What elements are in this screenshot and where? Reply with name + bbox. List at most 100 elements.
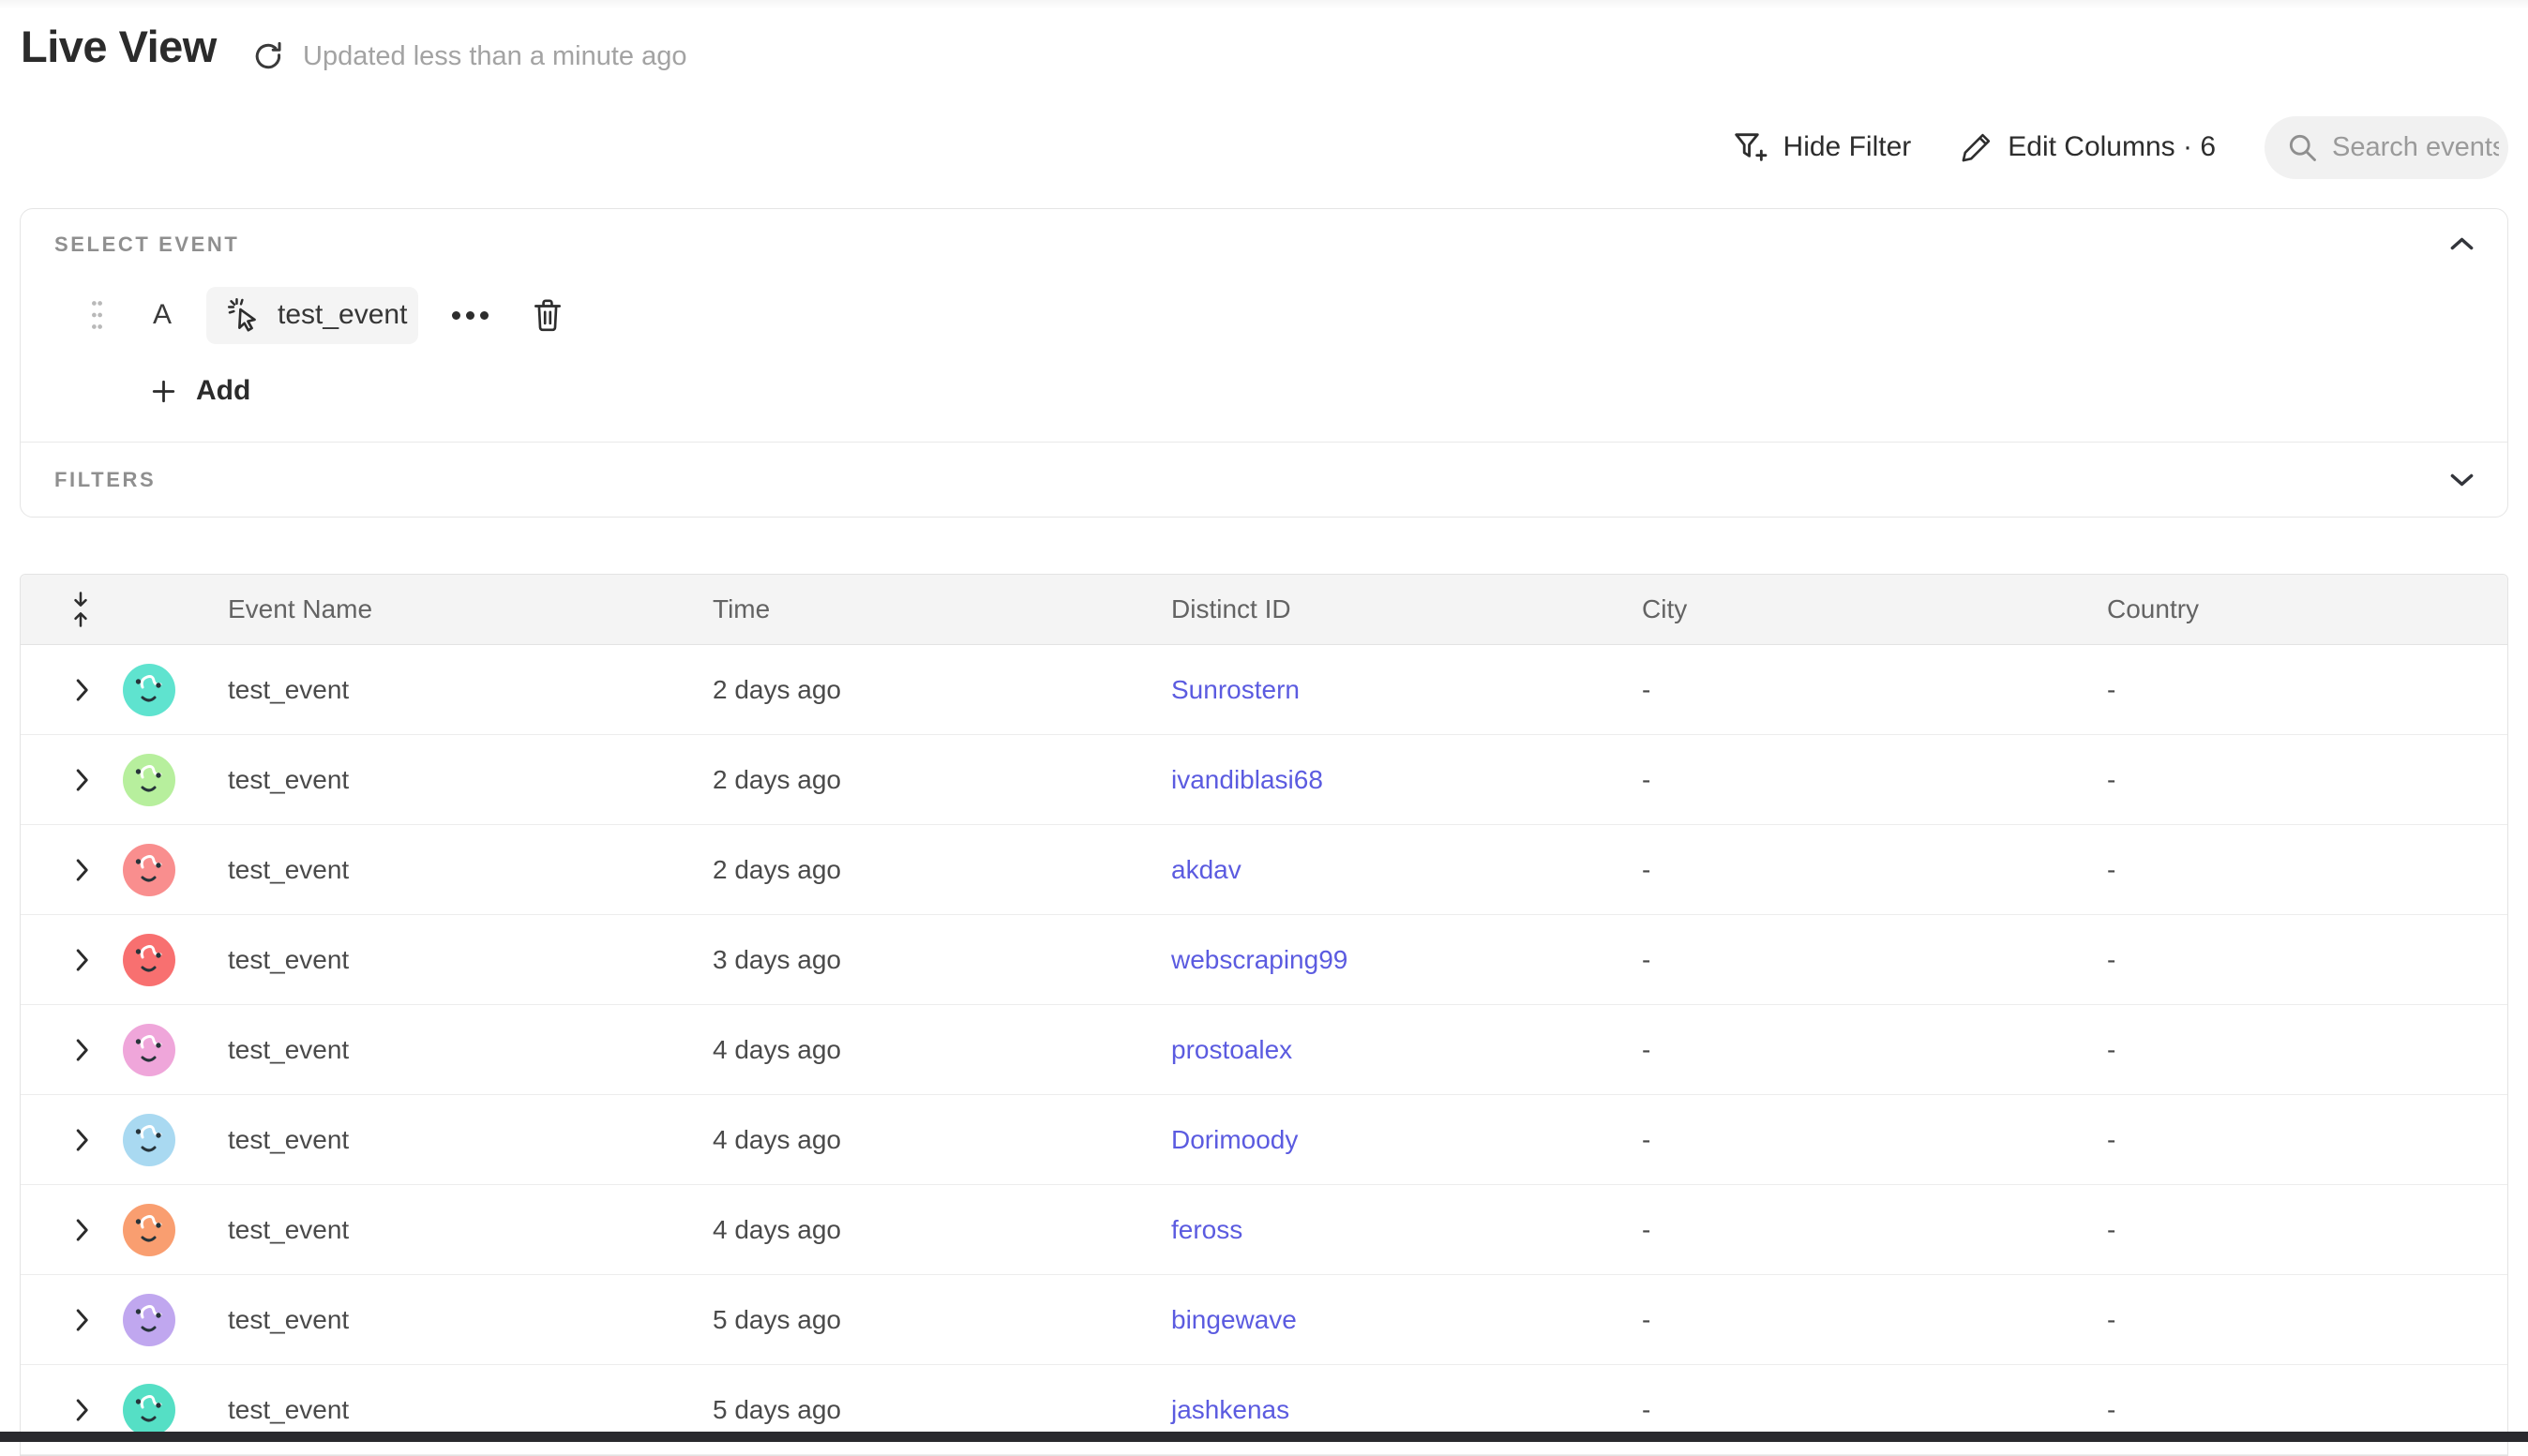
- avatar: [123, 664, 175, 716]
- city-cell: -: [1642, 855, 2107, 885]
- event-name-cell: test_event: [228, 945, 713, 975]
- table-row: test_event 2 days ago ivandiblasi68 - -: [21, 735, 2507, 825]
- cursor-click-icon: [225, 295, 264, 335]
- city-cell: -: [1642, 1395, 2107, 1425]
- country-cell: -: [2107, 675, 2507, 705]
- avatar: [123, 1204, 175, 1256]
- expand-row-button[interactable]: [71, 1394, 93, 1426]
- edit-columns-label: Edit Columns · 6: [2008, 131, 2216, 163]
- chevron-right-icon: [75, 678, 89, 702]
- plus-icon: [150, 378, 177, 405]
- top-fade: [0, 0, 2528, 9]
- filters-section: FILTERS: [21, 443, 2507, 517]
- filter-plus-icon: [1732, 130, 1769, 164]
- expand-row-button[interactable]: [71, 1304, 93, 1336]
- event-select-pill[interactable]: test_event: [206, 287, 418, 344]
- expand-row-button[interactable]: [71, 674, 93, 706]
- col-header-event-name: Event Name: [228, 594, 713, 624]
- avatar: [123, 1384, 175, 1436]
- city-cell: -: [1642, 765, 2107, 795]
- country-cell: -: [2107, 1395, 2507, 1425]
- event-name-cell: test_event: [228, 1125, 713, 1155]
- time-cell: 4 days ago: [713, 1215, 1171, 1245]
- city-cell: -: [1642, 1305, 2107, 1335]
- time-cell: 5 days ago: [713, 1305, 1171, 1335]
- country-cell: -: [2107, 945, 2507, 975]
- search-input[interactable]: [2332, 132, 2499, 163]
- event-row: A test_event: [21, 286, 564, 344]
- col-header-city: City: [1642, 594, 2107, 624]
- chevron-right-icon: [75, 1308, 89, 1332]
- more-options-icon[interactable]: [446, 306, 494, 325]
- table-row: test_event 4 days ago prostoalex - -: [21, 1005, 2507, 1095]
- expand-row-button[interactable]: [71, 854, 93, 886]
- country-cell: -: [2107, 1035, 2507, 1065]
- distinct-id-link[interactable]: prostoalex: [1171, 1035, 1292, 1064]
- distinct-id-link[interactable]: webscraping99: [1171, 945, 1347, 974]
- events-table: Event Name Time Distinct ID City Country: [20, 574, 2508, 1456]
- avatar: [123, 1114, 175, 1166]
- avatar: [123, 844, 175, 896]
- country-cell: -: [2107, 1125, 2507, 1155]
- bottom-edge-bar: [0, 1432, 2528, 1442]
- table-row: test_event 4 days ago Dorimoody - -: [21, 1095, 2507, 1185]
- distinct-id-link[interactable]: ivandiblasi68: [1171, 765, 1323, 794]
- chevron-down-icon: [2449, 473, 2475, 488]
- time-cell: 5 days ago: [713, 1395, 1171, 1425]
- search-box[interactable]: [2265, 116, 2508, 179]
- filters-label: FILTERS: [54, 468, 156, 492]
- distinct-id-link[interactable]: Dorimoody: [1171, 1125, 1298, 1154]
- add-event-button[interactable]: Add: [150, 370, 250, 412]
- col-header-time: Time: [713, 594, 1171, 624]
- avatar: [123, 754, 175, 806]
- city-cell: -: [1642, 1215, 2107, 1245]
- chevron-right-icon: [75, 1038, 89, 1062]
- refresh-icon: [250, 38, 286, 74]
- chevron-right-icon: [75, 1128, 89, 1152]
- table-row: test_event 3 days ago webscraping99 - -: [21, 915, 2507, 1005]
- distinct-id-link[interactable]: akdav: [1171, 855, 1241, 884]
- city-cell: -: [1642, 945, 2107, 975]
- distinct-id-link[interactable]: jashkenas: [1171, 1395, 1289, 1424]
- pencil-icon: [1960, 130, 1994, 164]
- query-builder-card: SELECT EVENT A: [20, 208, 2508, 518]
- chevron-up-icon: [2449, 236, 2475, 251]
- table-body: test_event 2 days ago Sunrostern - -: [21, 645, 2507, 1455]
- country-cell: -: [2107, 1305, 2507, 1335]
- time-cell: 2 days ago: [713, 675, 1171, 705]
- col-header-distinct-id: Distinct ID: [1171, 594, 1642, 624]
- distinct-id-link[interactable]: Sunrostern: [1171, 675, 1300, 704]
- expand-filters-button[interactable]: [2447, 470, 2475, 490]
- drag-handle-icon[interactable]: [90, 298, 109, 332]
- delete-event-button[interactable]: [532, 297, 564, 333]
- expand-row-button[interactable]: [71, 764, 93, 796]
- refresh-button[interactable]: [249, 38, 287, 75]
- table-header-row: Event Name Time Distinct ID City Country: [21, 575, 2507, 645]
- table-row: test_event 4 days ago feross - -: [21, 1185, 2507, 1275]
- event-name-cell: test_event: [228, 1215, 713, 1245]
- chevron-right-icon: [75, 948, 89, 972]
- toolbar: Hide Filter Edit Columns · 6: [1732, 114, 2508, 180]
- collapse-section-button[interactable]: [2447, 233, 2475, 254]
- hide-filter-button[interactable]: Hide Filter: [1732, 130, 1912, 164]
- page-title: Live View: [21, 21, 217, 72]
- avatar: [123, 1024, 175, 1076]
- city-cell: -: [1642, 675, 2107, 705]
- expand-row-button[interactable]: [71, 1214, 93, 1246]
- add-label: Add: [196, 375, 250, 407]
- collapse-rows-icon[interactable]: [21, 590, 114, 629]
- expand-row-button[interactable]: [71, 944, 93, 976]
- edit-columns-button[interactable]: Edit Columns · 6: [1960, 130, 2216, 164]
- table-row: test_event 5 days ago bingewave - -: [21, 1275, 2507, 1365]
- search-icon: [2285, 130, 2319, 164]
- distinct-id-link[interactable]: feross: [1171, 1215, 1242, 1244]
- distinct-id-link[interactable]: bingewave: [1171, 1305, 1297, 1334]
- updated-status: Updated less than a minute ago: [303, 41, 687, 72]
- hide-filter-label: Hide Filter: [1783, 131, 1912, 163]
- selected-event-name: test_event: [278, 299, 407, 331]
- event-name-cell: test_event: [228, 1395, 713, 1425]
- expand-row-button[interactable]: [71, 1034, 93, 1066]
- city-cell: -: [1642, 1125, 2107, 1155]
- expand-row-button[interactable]: [71, 1124, 93, 1156]
- time-cell: 3 days ago: [713, 945, 1171, 975]
